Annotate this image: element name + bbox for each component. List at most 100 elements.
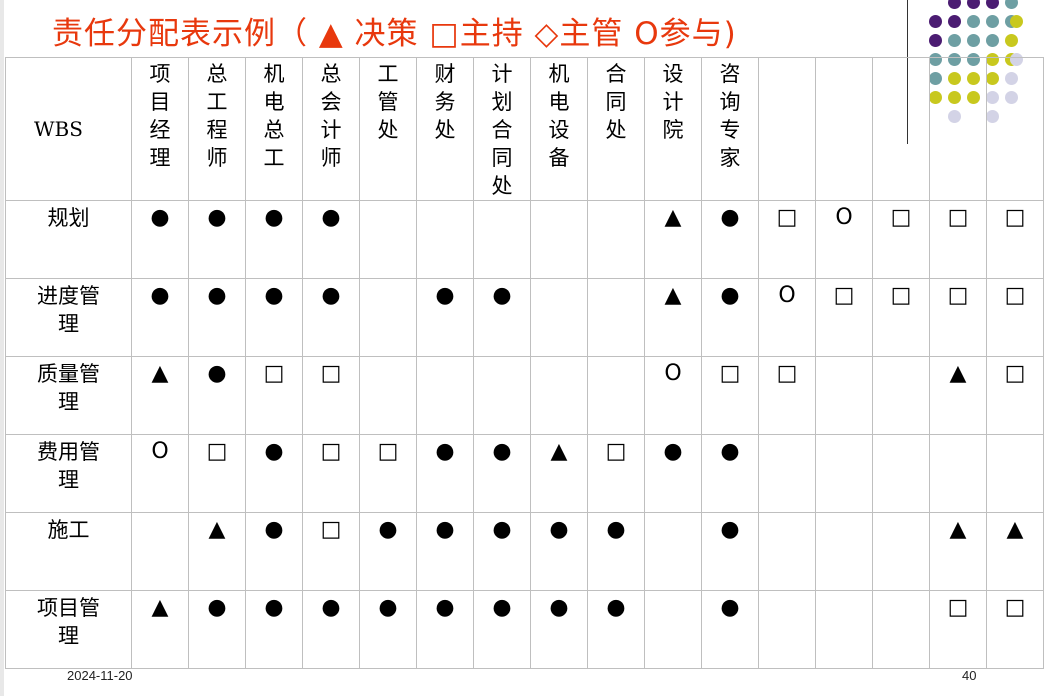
column-header: 咨询专家 xyxy=(701,57,759,201)
matrix-cell: ▲ xyxy=(644,278,702,357)
role-symbol: ● xyxy=(720,283,740,308)
role-symbol: □ xyxy=(890,205,912,230)
matrix-cell: ● xyxy=(302,278,360,357)
role-symbol: ● xyxy=(150,283,170,308)
matrix-cell xyxy=(359,278,417,357)
matrix-cell xyxy=(644,590,702,669)
column-header-label: 财务处 xyxy=(434,62,456,142)
decorative-dot xyxy=(929,34,942,47)
column-header-label: 合同处 xyxy=(605,62,627,142)
matrix-cell: ● xyxy=(188,278,246,357)
column-header xyxy=(986,57,1044,201)
matrix-cell: □ xyxy=(872,200,930,279)
matrix-cell: ● xyxy=(188,590,246,669)
matrix-cell xyxy=(131,512,189,591)
matrix-cell: □ xyxy=(302,434,360,513)
role-symbol: ● xyxy=(492,517,512,542)
matrix-cell: O xyxy=(644,356,702,435)
role-symbol: ● xyxy=(321,283,341,308)
matrix-cell: ● xyxy=(416,434,474,513)
matrix-cell: ● xyxy=(416,278,474,357)
role-symbol: □ xyxy=(1004,595,1026,620)
matrix-cell: □ xyxy=(929,590,987,669)
matrix-cell: ● xyxy=(530,512,588,591)
column-header-label: 机电总工 xyxy=(263,62,285,170)
wbs-item-label: 质量管理 xyxy=(37,362,100,414)
column-header xyxy=(929,57,987,201)
matrix-cell xyxy=(530,278,588,357)
page-edge xyxy=(0,0,4,696)
role-symbol: ● xyxy=(264,517,284,542)
matrix-cell: □ xyxy=(245,356,303,435)
matrix-cell: □ xyxy=(701,356,759,435)
role-symbol: ● xyxy=(435,517,455,542)
matrix-cell: □ xyxy=(986,590,1044,669)
matrix-cell: ● xyxy=(473,278,531,357)
role-symbol: □ xyxy=(377,439,399,464)
matrix-cell: □ xyxy=(815,278,873,357)
matrix-cell: ● xyxy=(416,590,474,669)
table-row: 进度管理 ● ● ● ● ● ● ▲ ● O □ □ □ □ xyxy=(5,278,1044,357)
role-symbol: □ xyxy=(1004,361,1026,386)
column-header-label: 机电设备 xyxy=(548,62,570,170)
role-symbol: ● xyxy=(549,517,569,542)
decorative-dot xyxy=(948,34,961,47)
role-symbol: □ xyxy=(1004,205,1026,230)
decorative-dot xyxy=(967,34,980,47)
role-symbol: □ xyxy=(320,517,342,542)
column-header: 计划合同处 xyxy=(473,57,531,201)
role-symbol: ● xyxy=(492,439,512,464)
matrix-cell: O xyxy=(131,434,189,513)
role-symbol: ▲ xyxy=(1006,517,1024,542)
role-symbol: ● xyxy=(606,517,626,542)
wbs-item: 费用管理 xyxy=(5,434,132,513)
matrix-cell: ● xyxy=(188,200,246,279)
matrix-cell: ● xyxy=(245,200,303,279)
matrix-cell: □ xyxy=(758,356,816,435)
matrix-cell: O xyxy=(758,278,816,357)
matrix-cell xyxy=(587,356,645,435)
matrix-cell: ● xyxy=(701,434,759,513)
matrix-cell: ● xyxy=(701,590,759,669)
matrix-cell xyxy=(587,200,645,279)
matrix-cell: ● xyxy=(359,512,417,591)
role-symbol: ● xyxy=(720,517,740,542)
matrix-cell: □ xyxy=(986,200,1044,279)
role-symbol: □ xyxy=(206,439,228,464)
matrix-cell: ● xyxy=(245,434,303,513)
responsibility-matrix: WBS 项目经理 总工程师 机电总工 总会计师 工管处 财务处 计划合同处 机电设备 合同处 设计… xyxy=(5,57,1044,669)
matrix-cell xyxy=(758,512,816,591)
role-symbol: ▲ xyxy=(664,283,682,308)
column-header xyxy=(815,57,873,201)
matrix-cell xyxy=(815,512,873,591)
matrix-cell: ● xyxy=(131,200,189,279)
role-symbol: □ xyxy=(320,361,342,386)
column-header-label: 计划合同处 xyxy=(491,62,513,198)
role-symbol: ▲ xyxy=(151,361,169,386)
decorative-dot xyxy=(948,0,961,9)
role-symbol: O xyxy=(778,283,796,308)
role-symbol: □ xyxy=(605,439,627,464)
matrix-cell: ● xyxy=(302,200,360,279)
matrix-cell xyxy=(473,356,531,435)
column-header: 财务处 xyxy=(416,57,474,201)
matrix-cell: ● xyxy=(245,590,303,669)
role-symbol: □ xyxy=(890,283,912,308)
column-header: 设计院 xyxy=(644,57,702,201)
column-header xyxy=(872,57,930,201)
matrix-cell: ● xyxy=(530,590,588,669)
role-symbol: ▲ xyxy=(664,205,682,230)
matrix-cell xyxy=(872,356,930,435)
role-symbol: ▲ xyxy=(550,439,568,464)
wbs-item-label: 项目管理 xyxy=(37,596,100,648)
role-symbol: □ xyxy=(320,439,342,464)
wbs-item-label: 施工 xyxy=(47,518,90,542)
column-header-label: 总工程师 xyxy=(206,62,228,170)
table-row: 费用管理 O □ ● □ □ ● ● ▲ □ ● ● xyxy=(5,434,1044,513)
wbs-item-label: 进度管理 xyxy=(37,284,100,336)
role-symbol: ● xyxy=(606,595,626,620)
header-row: WBS 项目经理 总工程师 机电总工 总会计师 工管处 财务处 计划合同处 机电设备 合同处 设计… xyxy=(5,57,1044,201)
matrix-cell xyxy=(986,434,1044,513)
matrix-cell xyxy=(473,200,531,279)
role-symbol: ● xyxy=(435,439,455,464)
